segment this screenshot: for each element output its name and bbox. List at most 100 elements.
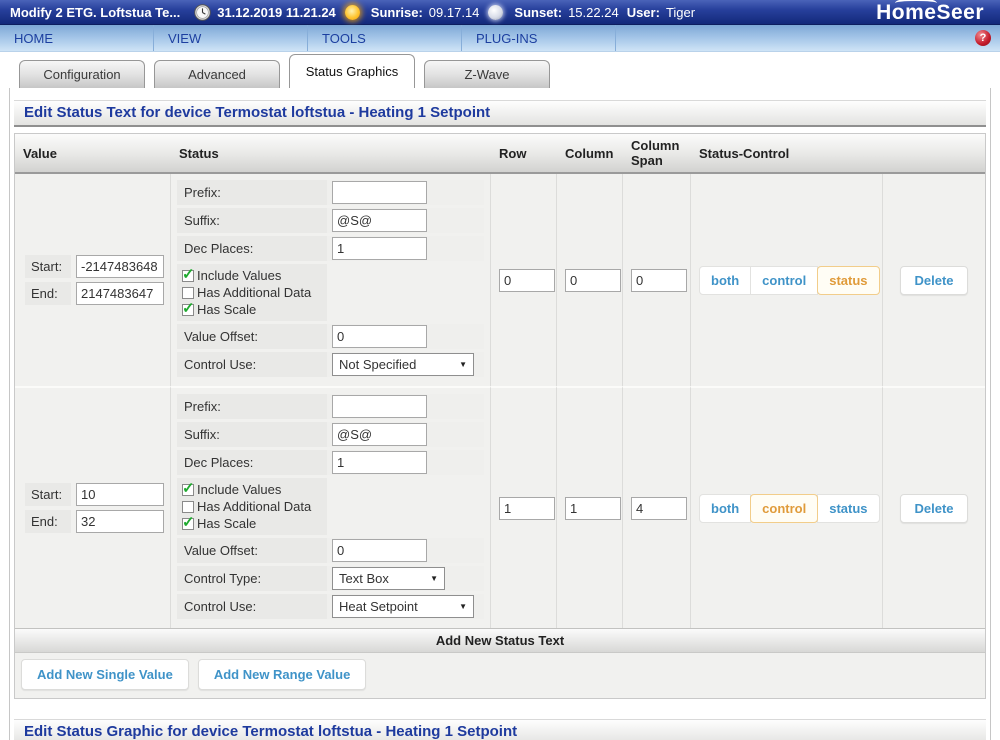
tab-configuration[interactable]: Configuration: [19, 60, 145, 88]
col-header-status-control: Status-Control: [691, 134, 883, 174]
value-offset-input[interactable]: [332, 325, 427, 348]
suffix-input[interactable]: [332, 209, 427, 232]
dec-places-input[interactable]: [332, 451, 427, 474]
control-button[interactable]: control: [750, 265, 819, 295]
checkbox-box-icon[interactable]: [182, 299, 195, 317]
prefix-input[interactable]: [332, 181, 427, 204]
suffix-label: Suffix:: [177, 422, 327, 447]
menu-item-view[interactable]: VIEW: [154, 25, 308, 51]
both-button[interactable]: both: [699, 265, 752, 295]
end-input[interactable]: [76, 282, 164, 305]
has-scale-checkbox[interactable]: Has Scale: [182, 513, 322, 532]
column-input[interactable]: [565, 268, 621, 292]
start-label: Start:: [25, 483, 71, 506]
col-header-value: Value: [15, 134, 171, 174]
checkbox-box-icon[interactable]: [182, 286, 194, 299]
status-control-group: both control status: [699, 265, 880, 295]
row-input[interactable]: [499, 496, 555, 520]
delete-button[interactable]: Delete: [900, 265, 968, 295]
add-new-range-value-button[interactable]: Add New Range Value: [197, 659, 367, 690]
chevron-down-icon: ▼: [459, 360, 467, 369]
has-scale-label: Has Scale: [197, 516, 257, 531]
status-button[interactable]: status: [817, 265, 880, 295]
column-cell: [557, 174, 623, 386]
value-offset-field: Value Offset:: [177, 324, 484, 349]
add-new-single-value-button[interactable]: Add New Single Value: [21, 659, 189, 690]
status-graphic-section: Edit Status Graphic for device Termostat…: [14, 719, 986, 740]
moon-icon: [488, 4, 504, 20]
row-input[interactable]: [499, 268, 555, 292]
menu-item-tools[interactable]: TOOLS: [308, 25, 462, 51]
row-cell: [491, 174, 557, 386]
help-icon[interactable]: ?: [975, 30, 991, 46]
menu-item-home[interactable]: HOME: [0, 25, 154, 51]
help-glyph: ?: [979, 32, 987, 44]
include-values-checkbox[interactable]: Include Values: [182, 265, 322, 284]
menu-item-plugins[interactable]: PLUG-INS: [462, 25, 616, 51]
control-use-field: Control Use: Heat Setpoint ▼: [177, 594, 484, 619]
checkbox-group-wrap: Include Values Has Additional Data Has S…: [177, 264, 327, 321]
delete-button[interactable]: Delete: [900, 493, 968, 523]
control-button[interactable]: control: [750, 493, 819, 523]
sunset-label: Sunset:: [514, 4, 563, 20]
control-use-select[interactable]: Heat Setpoint ▼: [332, 595, 474, 618]
control-type-select[interactable]: Text Box ▼: [332, 567, 445, 590]
end-input[interactable]: [76, 510, 164, 533]
tab-advanced[interactable]: Advanced: [154, 60, 280, 88]
window-titlebar: Modify 2 ETG. Loftstua Te... 31.12.2019 …: [0, 0, 1000, 25]
start-input[interactable]: [76, 255, 164, 278]
col-header-row: Row: [491, 134, 557, 174]
value-offset-label: Value Offset:: [177, 538, 327, 563]
has-additional-data-checkbox[interactable]: Has Additional Data: [182, 498, 322, 515]
device-tabs: Configuration Advanced Status Graphics Z…: [0, 52, 1000, 88]
status-fields-cell: Prefix: Suffix: Dec Places: Include Valu…: [171, 386, 491, 628]
column-span-input[interactable]: [631, 496, 687, 520]
prefix-label: Prefix:: [177, 180, 327, 205]
status-control-group: both control status: [699, 493, 880, 523]
user-label: User:: [626, 4, 660, 20]
start-input[interactable]: [76, 483, 164, 506]
suffix-input[interactable]: [332, 423, 427, 446]
has-additional-data-checkbox[interactable]: Has Additional Data: [182, 284, 322, 301]
both-button[interactable]: both: [699, 493, 752, 523]
column-span-cell: [623, 386, 691, 628]
control-use-value: Not Specified: [339, 357, 417, 372]
column-input[interactable]: [565, 496, 621, 520]
delete-cell: Delete: [883, 386, 985, 628]
status-control-cell: both control status: [691, 174, 883, 386]
has-additional-data-label: Has Additional Data: [197, 285, 312, 300]
prefix-label: Prefix:: [177, 394, 327, 419]
status-button[interactable]: status: [817, 493, 880, 523]
suffix-label: Suffix:: [177, 208, 327, 233]
prefix-field: Prefix:: [177, 180, 484, 205]
dec-places-input[interactable]: [332, 237, 427, 260]
start-label: Start:: [25, 255, 71, 278]
tab-zwave[interactable]: Z-Wave: [424, 60, 550, 88]
user-name: Tiger: [665, 4, 696, 20]
suffix-field: Suffix:: [177, 422, 484, 447]
include-values-label: Include Values: [197, 482, 282, 497]
include-values-checkbox[interactable]: Include Values: [182, 479, 322, 498]
checkbox-box-icon[interactable]: [182, 500, 194, 513]
checkbox-box-icon[interactable]: [182, 265, 195, 283]
add-buttons-row: Add New Single Value Add New Range Value: [15, 653, 985, 698]
checkbox-box-icon[interactable]: [182, 513, 195, 531]
value-offset-input[interactable]: [332, 539, 427, 562]
has-scale-checkbox[interactable]: Has Scale: [182, 299, 322, 318]
value-range-cell: Start: End:: [15, 386, 171, 628]
dec-places-field: Dec Places:: [177, 236, 484, 261]
prefix-input[interactable]: [332, 395, 427, 418]
main-menubar: HOME VIEW TOOLS PLUG-INS ?: [0, 25, 1000, 52]
column-span-input[interactable]: [631, 268, 687, 292]
tab-status-graphics[interactable]: Status Graphics: [289, 54, 415, 88]
delete-cell: Delete: [883, 174, 985, 386]
control-use-label: Control Use:: [177, 352, 327, 377]
checkbox-box-icon[interactable]: [182, 479, 195, 497]
logo-roof-arc: [895, 0, 938, 8]
homeseer-logo: HomeSeer: [876, 0, 984, 23]
end-field: End:: [25, 282, 164, 305]
col-header-column-span: Column Span: [623, 134, 691, 174]
value-offset-label: Value Offset:: [177, 324, 327, 349]
content-container: Edit Status Text for device Termostat lo…: [9, 88, 991, 740]
control-use-select[interactable]: Not Specified ▼: [332, 353, 474, 376]
